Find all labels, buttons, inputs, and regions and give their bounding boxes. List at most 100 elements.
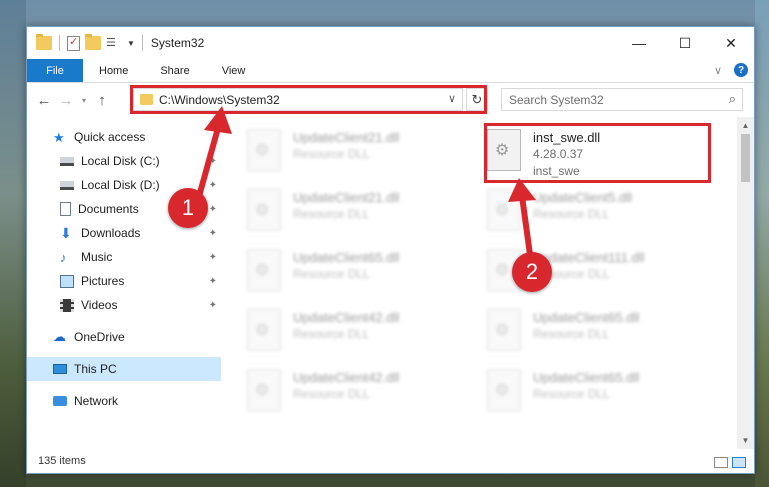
file-item[interactable]: UpdateClient5.dll Resource DLL	[475, 183, 705, 239]
customize-toolbar-icon[interactable]: ☰	[106, 36, 122, 50]
dll-file-icon	[247, 249, 281, 291]
file-name: UpdateClient65.dll	[293, 250, 400, 265]
scroll-down-icon[interactable]: ▼	[737, 432, 754, 449]
file-item[interactable]: UpdateClient111.dllResource DLL	[475, 243, 705, 299]
pin-icon[interactable]: ✦	[209, 300, 217, 311]
item-count: 135 items	[38, 455, 86, 467]
ribbon-tabs: File Home Share View ∨ ?	[27, 59, 754, 83]
sidebar-item-pictures[interactable]: Pictures ✦	[27, 269, 221, 293]
pin-icon[interactable]: ✦	[209, 180, 217, 191]
music-icon: ♪	[60, 249, 67, 265]
sidebar-item-label: Local Disk (D:)	[81, 178, 160, 192]
sidebar-item-videos[interactable]: Videos ✦	[27, 293, 221, 317]
sidebar-item-onedrive[interactable]: ☁ OneDrive	[27, 325, 221, 349]
sidebar-item-network[interactable]: Network	[27, 389, 221, 413]
disk-icon	[60, 156, 74, 166]
file-item[interactable]: UpdateClient21.dll Resource DLL	[235, 183, 465, 239]
details-view-icon[interactable]	[714, 457, 728, 468]
file-name: UpdateClient42.dll	[293, 310, 400, 325]
sidebar-item-label: This PC	[74, 362, 117, 376]
tab-file[interactable]: File	[27, 59, 83, 82]
tab-home[interactable]: Home	[83, 59, 144, 82]
search-input[interactable]: Search System32 ⌕	[501, 88, 743, 111]
dll-file-icon	[247, 369, 281, 411]
dll-file-icon	[487, 309, 521, 351]
scroll-up-icon[interactable]: ▲	[737, 117, 754, 134]
file-item[interactable]: UpdateClient42.dll Resource DLL	[235, 303, 465, 359]
file-name: UpdateClient21.dll	[293, 190, 400, 205]
maximize-button[interactable]: ☐	[662, 27, 708, 59]
sidebar-item-label: Pictures	[81, 274, 125, 288]
pin-icon[interactable]: ✦	[209, 156, 217, 167]
downloads-icon: ⬇	[60, 224, 72, 241]
close-button[interactable]: ✕	[708, 27, 754, 59]
step-badge-2: 2	[512, 252, 552, 292]
separator	[59, 35, 60, 51]
pin-icon[interactable]: ✦	[209, 276, 217, 287]
view-buttons	[714, 457, 746, 468]
navigation-pane: ★ Quick access Local Disk (C:) ✦ Local D…	[27, 117, 221, 449]
file-description: Resource DLL	[293, 267, 370, 281]
pin-icon[interactable]: ✦	[209, 252, 217, 263]
help-icon[interactable]: ?	[734, 63, 748, 77]
status-bar: 135 items	[27, 449, 754, 473]
file-item[interactable]: UpdateClient42.dll Resource DLL	[235, 363, 465, 419]
this-pc-icon	[53, 364, 67, 374]
file-item[interactable]: UpdateClient21.dll Resource DLL	[235, 123, 465, 179]
dll-file-icon	[247, 129, 281, 171]
recent-locations-icon[interactable]: ▾	[77, 96, 91, 105]
chevron-down-icon[interactable]: ▼	[127, 39, 135, 48]
dll-file-icon	[247, 309, 281, 351]
window-controls: — ☐ ✕	[616, 27, 754, 59]
sidebar-item-local-disk-c[interactable]: Local Disk (C:) ✦	[27, 149, 221, 173]
minimize-button[interactable]: —	[616, 27, 662, 59]
file-highlight	[484, 123, 711, 183]
scrollbar-thumb[interactable]	[741, 134, 750, 182]
properties-icon[interactable]	[67, 35, 80, 51]
search-placeholder: Search System32	[509, 92, 604, 107]
tiles-view-icon[interactable]	[732, 457, 746, 468]
sidebar-item-music[interactable]: ♪ Music ✦	[27, 245, 221, 269]
disk-icon	[60, 180, 74, 190]
sidebar-item-label: Documents	[78, 202, 139, 216]
title-bar: ☰ ▼ System32 — ☐ ✕	[27, 27, 754, 59]
sidebar-item-label: Network	[74, 394, 119, 408]
network-icon	[53, 396, 67, 406]
sidebar-item-label: Quick access	[74, 130, 146, 144]
file-item[interactable]: UpdateClient65.dll Resource DLL	[475, 303, 705, 359]
folder-icon	[36, 34, 52, 50]
file-description: Resource DLL	[533, 207, 610, 221]
tab-view[interactable]: View	[206, 59, 262, 82]
sidebar-item-label: Downloads	[81, 226, 141, 240]
sidebar-item-label: OneDrive	[74, 330, 125, 344]
pin-icon[interactable]: ✦	[209, 228, 217, 239]
pin-icon[interactable]: ✦	[209, 204, 217, 215]
forward-arrow-icon[interactable]: →	[55, 92, 77, 109]
file-name: UpdateClient65.dll	[533, 310, 640, 325]
dll-file-icon	[487, 369, 521, 411]
file-description: Resource DLL	[293, 207, 370, 221]
pictures-icon	[60, 274, 74, 288]
expand-ribbon-icon[interactable]: ∨	[714, 64, 722, 77]
file-name: UpdateClient5.dll	[533, 190, 633, 205]
sidebar-item-label: Music	[81, 250, 113, 264]
sidebar-item-label: Local Disk (C:)	[81, 154, 160, 168]
vertical-scrollbar[interactable]: ▲ ▼	[737, 117, 754, 449]
new-folder-icon[interactable]	[85, 34, 101, 50]
window-title: System32	[150, 36, 205, 50]
desktop-background-left	[0, 0, 26, 487]
step-badge-1: 1	[168, 188, 208, 228]
ribbon-right: ∨ ?	[714, 63, 748, 77]
tab-share[interactable]: Share	[144, 59, 205, 82]
file-item[interactable]: UpdateClient65.dll Resource DLL	[475, 363, 705, 419]
sidebar-item-quick-access[interactable]: ★ Quick access	[27, 125, 221, 149]
file-item[interactable]: UpdateClient65.dll Resource DLL	[235, 243, 465, 299]
star-icon: ★	[53, 129, 65, 145]
back-arrow-icon[interactable]: ←	[33, 92, 55, 109]
file-name: UpdateClient42.dll	[293, 370, 400, 385]
file-name: UpdateClient65.dll	[533, 370, 640, 385]
videos-icon	[60, 298, 74, 312]
sidebar-item-this-pc[interactable]: This PC	[27, 357, 221, 381]
up-arrow-icon[interactable]: ↑	[91, 92, 113, 109]
onedrive-icon: ☁	[53, 328, 66, 344]
